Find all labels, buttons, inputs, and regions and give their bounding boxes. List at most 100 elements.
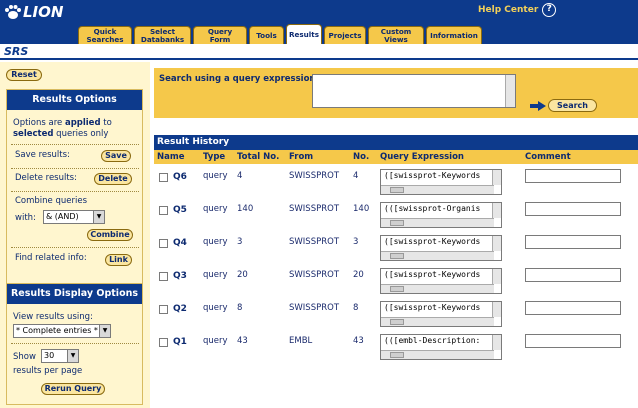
scroll-thumb[interactable] — [390, 220, 404, 226]
delete-button[interactable]: Delete — [94, 173, 132, 185]
query-expression-text: (([embl-Description: — [384, 336, 481, 345]
scroll-thumb[interactable] — [390, 253, 404, 259]
rerun-query-button[interactable]: Rerun Query — [41, 383, 105, 395]
divider — [11, 191, 139, 192]
scroll-thumb[interactable] — [390, 352, 404, 358]
help-center-link[interactable]: Help Center ? — [478, 3, 557, 17]
result-count: 43 — [353, 336, 364, 346]
search-label: Search using a query expression: — [159, 74, 319, 84]
query-name-link[interactable]: Q3 — [173, 271, 187, 281]
query-expression-field[interactable]: ([swissprot-Keywords — [380, 169, 502, 195]
save-results-label: Save results: — [15, 150, 70, 160]
comment-input[interactable] — [525, 169, 621, 183]
scrollbar[interactable] — [492, 269, 501, 284]
tab-tools[interactable]: Tools — [249, 26, 284, 44]
query-expression-input[interactable] — [312, 74, 516, 108]
scrollbar[interactable] — [492, 302, 501, 317]
scrollbar[interactable] — [492, 170, 501, 185]
intro-text-2: to — [100, 118, 112, 128]
column-header-from: From — [289, 152, 314, 162]
query-expression-field[interactable]: ([swissprot-Keywords — [380, 235, 502, 261]
scrollbar[interactable] — [381, 350, 494, 359]
scrollbar[interactable] — [381, 317, 494, 326]
divider — [11, 343, 139, 344]
tab-quick-searches[interactable]: Quick Searches — [78, 26, 132, 44]
combine-queries-label: Combine queries — [15, 196, 88, 206]
scrollbar[interactable] — [381, 218, 494, 227]
per-page-label: results per page — [13, 366, 83, 376]
delete-results-label: Delete results: — [15, 173, 77, 183]
column-header-name: Name — [157, 152, 185, 162]
row-checkbox[interactable] — [159, 173, 168, 182]
intro-bold-2: selected — [13, 129, 54, 139]
result-count: 3 — [353, 237, 359, 247]
scrollbar[interactable] — [381, 251, 494, 260]
query-name-link[interactable]: Q4 — [173, 238, 187, 248]
total-count: 140 — [237, 204, 254, 214]
query-name-link[interactable]: Q6 — [173, 172, 187, 182]
total-count: 43 — [237, 336, 248, 346]
save-button[interactable]: Save — [101, 150, 131, 162]
divider — [11, 247, 139, 248]
scrollbar[interactable] — [381, 284, 494, 293]
divider — [11, 168, 139, 169]
link-button[interactable]: Link — [105, 254, 132, 266]
scrollbar[interactable] — [492, 203, 501, 218]
query-expression-field[interactable]: ([swissprot-Keywords — [380, 268, 502, 294]
reset-button[interactable]: Reset — [6, 69, 42, 81]
query-expression-text: ([swissprot-Keywords — [384, 237, 481, 246]
row-checkbox[interactable] — [159, 305, 168, 314]
query-expression-text: ([swissprot-Keywords — [384, 171, 481, 180]
results-per-page-select[interactable]: 30 ▼ — [41, 349, 79, 363]
row-checkbox[interactable] — [159, 272, 168, 281]
chevron-down-icon: ▼ — [67, 350, 78, 362]
query-name-link[interactable]: Q5 — [173, 205, 187, 215]
scrollbar[interactable] — [492, 335, 501, 350]
scroll-thumb[interactable] — [390, 319, 404, 325]
display-options-panel: Results Display Options View results usi… — [6, 283, 143, 405]
scroll-thumb[interactable] — [390, 286, 404, 292]
scrollbar[interactable] — [492, 236, 501, 251]
combine-button[interactable]: Combine — [87, 229, 133, 241]
scrollbar[interactable] — [505, 75, 515, 107]
results-options-title: Results Options — [7, 90, 142, 110]
query-expression-text: ([swissprot-Keywords — [384, 303, 481, 312]
query-type: query — [203, 336, 228, 346]
query-name-link[interactable]: Q2 — [173, 304, 187, 314]
search-button[interactable]: Search — [548, 99, 597, 112]
row-checkbox[interactable] — [159, 206, 168, 215]
query-name-link[interactable]: Q1 — [173, 337, 187, 347]
combine-operator-select[interactable]: & (AND) ▼ — [43, 210, 105, 224]
source-databank: EMBL — [289, 336, 313, 346]
help-icon: ? — [542, 3, 557, 17]
query-expression-field[interactable]: ([swissprot-Keywords — [380, 301, 502, 327]
scrollbar[interactable] — [381, 185, 494, 194]
combine-operator-value: & (AND) — [46, 212, 79, 221]
comment-input[interactable] — [525, 334, 621, 348]
comment-input[interactable] — [525, 301, 621, 315]
result-count: 8 — [353, 303, 359, 313]
source-databank: SWISSPROT — [289, 204, 340, 214]
comment-input[interactable] — [525, 268, 621, 282]
column-header-total-no: Total No. — [237, 152, 280, 162]
tab-select-databanks[interactable]: Select Databanks — [134, 26, 191, 44]
query-expression-field[interactable]: (([swissprot-Organis — [380, 202, 502, 228]
lion-logo[interactable]: LION — [4, 3, 63, 21]
row-checkbox[interactable] — [159, 338, 168, 347]
scroll-thumb[interactable] — [390, 187, 404, 193]
query-expression-field[interactable]: (([embl-Description: — [380, 334, 502, 360]
total-count: 4 — [237, 171, 243, 181]
search-panel: Search using a query expression: Search — [154, 68, 638, 118]
comment-input[interactable] — [525, 235, 621, 249]
tab-results[interactable]: Results — [286, 24, 322, 44]
tab-query-form[interactable]: Query Form — [193, 26, 247, 44]
tab-custom-views[interactable]: Custom Views — [368, 26, 424, 44]
arrow-right-icon — [530, 100, 546, 111]
total-count: 8 — [237, 303, 243, 313]
row-checkbox[interactable] — [159, 239, 168, 248]
view-format-select[interactable]: * Complete entries * ▼ — [13, 324, 111, 338]
tab-information[interactable]: Information — [426, 26, 482, 44]
table-row: Q3 query 20 SWISSPROT 20 ([swissprot-Keywords — [154, 266, 638, 299]
tab-projects[interactable]: Projects — [324, 26, 366, 44]
comment-input[interactable] — [525, 202, 621, 216]
